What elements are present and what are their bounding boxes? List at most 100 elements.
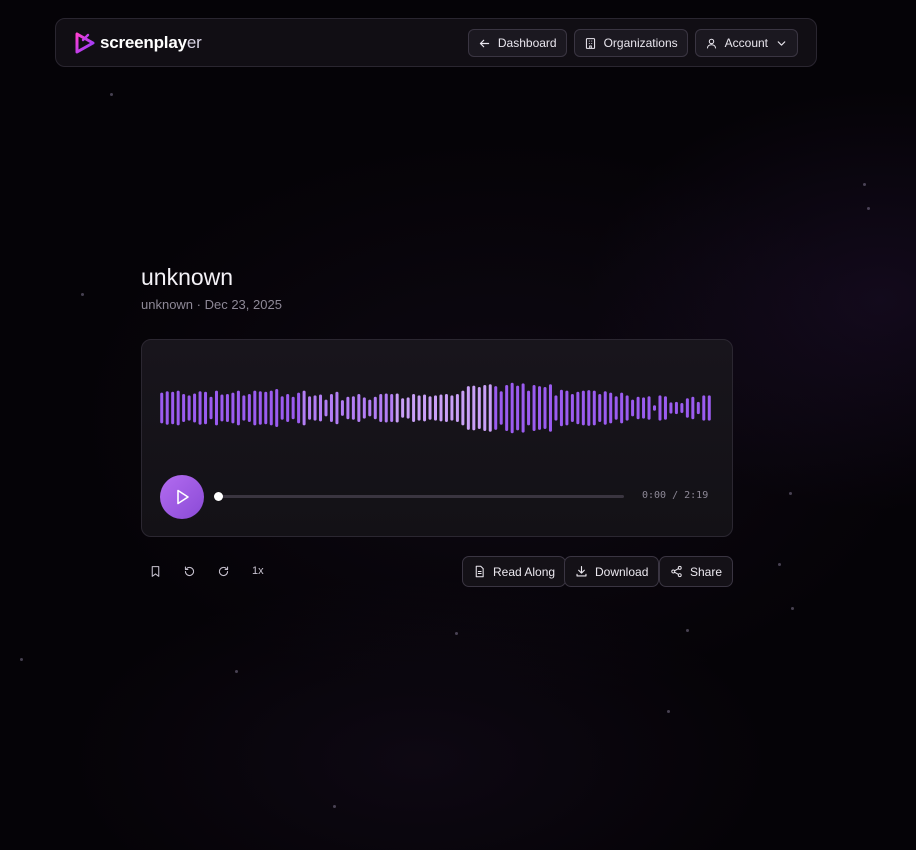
waveform-bar xyxy=(204,391,208,425)
waveform-bar xyxy=(631,399,635,417)
read-along-button[interactable]: Read Along xyxy=(462,556,567,587)
waveform-bar xyxy=(450,395,454,421)
waveform-bar xyxy=(554,395,558,421)
waveform-bar xyxy=(198,391,202,425)
organizations-button[interactable]: Organizations xyxy=(573,29,688,57)
waveform-bar xyxy=(384,393,388,423)
waveform-bar xyxy=(379,394,383,422)
waveform-bar xyxy=(642,397,646,419)
waveform-bar xyxy=(477,387,481,429)
waveform-bar xyxy=(258,391,262,425)
background-star xyxy=(81,293,84,296)
recording-title: unknown xyxy=(141,264,234,290)
rewind-button[interactable] xyxy=(180,562,198,580)
waveform-bar xyxy=(548,384,552,432)
waveform-bar xyxy=(461,390,465,426)
waveform-bar xyxy=(455,394,459,422)
building-icon xyxy=(585,37,595,49)
waveform-bar xyxy=(543,387,547,429)
background-star xyxy=(235,670,238,673)
waveform-bar xyxy=(231,392,235,424)
waveform-bar xyxy=(653,405,657,411)
bookmark-button[interactable] xyxy=(146,562,164,580)
waveform-bar xyxy=(401,398,405,418)
read-along-label: Read Along xyxy=(493,564,556,579)
top-navigation-bar: screenplayer Dashboard Organizations Acc… xyxy=(55,18,817,67)
background-star xyxy=(778,563,781,566)
time-readout: 0:00 / 2:19 xyxy=(642,490,709,501)
dashboard-label: Dashboard xyxy=(497,36,557,50)
waveform-bar xyxy=(674,401,678,415)
waveform-bar xyxy=(472,385,476,431)
brand-name: screenplayer xyxy=(100,33,202,53)
waveform-bar xyxy=(488,384,492,432)
waveform-bar xyxy=(269,390,273,426)
waveform[interactable] xyxy=(159,380,712,436)
background-star xyxy=(863,183,866,186)
waveform-bar xyxy=(329,394,333,422)
waveform-bar xyxy=(494,386,498,430)
waveform-bar xyxy=(406,397,410,419)
waveform-bar xyxy=(570,394,574,422)
waveform-bar xyxy=(685,398,689,418)
document-icon xyxy=(475,565,484,578)
waveform-bar xyxy=(433,395,437,421)
share-button[interactable]: Share xyxy=(659,556,734,587)
background-star xyxy=(686,629,689,632)
waveform-bar xyxy=(346,396,350,420)
background-star xyxy=(455,632,458,635)
waveform-bar xyxy=(302,390,306,426)
waveform-bar xyxy=(439,394,443,422)
waveform-bar xyxy=(165,391,169,425)
waveform-bar xyxy=(319,394,323,422)
background-star xyxy=(867,207,870,210)
progress-slider[interactable] xyxy=(214,492,624,501)
chevron-down-icon xyxy=(777,40,786,46)
download-button[interactable]: Download xyxy=(564,556,660,587)
waveform-bar xyxy=(340,400,344,416)
waveform-bar xyxy=(592,390,596,426)
play-icon xyxy=(177,489,189,505)
waveform-bar xyxy=(291,396,295,420)
arrow-left-icon xyxy=(479,39,490,47)
waveform-bar xyxy=(565,390,569,426)
waveform-bar xyxy=(225,394,229,422)
progress-thumb[interactable] xyxy=(214,492,223,501)
waveform-bar xyxy=(614,396,618,420)
waveform-bar xyxy=(466,386,470,430)
waveform-bar xyxy=(658,395,662,421)
waveform-bar xyxy=(499,391,503,425)
account-menu-button[interactable]: Account xyxy=(694,29,798,57)
download-icon xyxy=(576,566,587,577)
waveform-bar xyxy=(412,394,416,422)
waveform-bar xyxy=(368,399,372,417)
waveform-bar xyxy=(707,395,711,421)
share-label: Share xyxy=(690,564,723,579)
waveform-bar xyxy=(538,386,542,430)
waveform-bar xyxy=(390,394,394,422)
play-button[interactable] xyxy=(160,475,204,519)
waveform-bar xyxy=(297,392,301,424)
waveform-bar xyxy=(362,397,366,419)
waveform-bar xyxy=(598,394,602,422)
waveform-bar xyxy=(680,402,684,414)
brand-logo-link[interactable]: screenplayer xyxy=(74,31,202,55)
waveform-bar xyxy=(576,391,580,425)
waveform-bar xyxy=(483,385,487,431)
waveform-bar xyxy=(647,396,651,420)
waveform-bar xyxy=(193,393,197,423)
background-star xyxy=(20,658,23,661)
organizations-label: Organizations xyxy=(603,36,678,50)
waveform-bar xyxy=(702,395,706,421)
waveform-bar xyxy=(510,382,514,434)
waveform-bar xyxy=(423,394,427,422)
background-star xyxy=(667,710,670,713)
waveform-bar xyxy=(264,391,268,425)
waveform-bar xyxy=(324,399,328,417)
waveform-bar xyxy=(242,395,246,421)
dashboard-button[interactable]: Dashboard xyxy=(467,29,567,57)
forward-button[interactable] xyxy=(214,562,232,580)
waveform-bar xyxy=(182,394,186,422)
playback-speed-button[interactable]: 1x xyxy=(252,565,264,577)
waveform-bar xyxy=(373,396,377,420)
